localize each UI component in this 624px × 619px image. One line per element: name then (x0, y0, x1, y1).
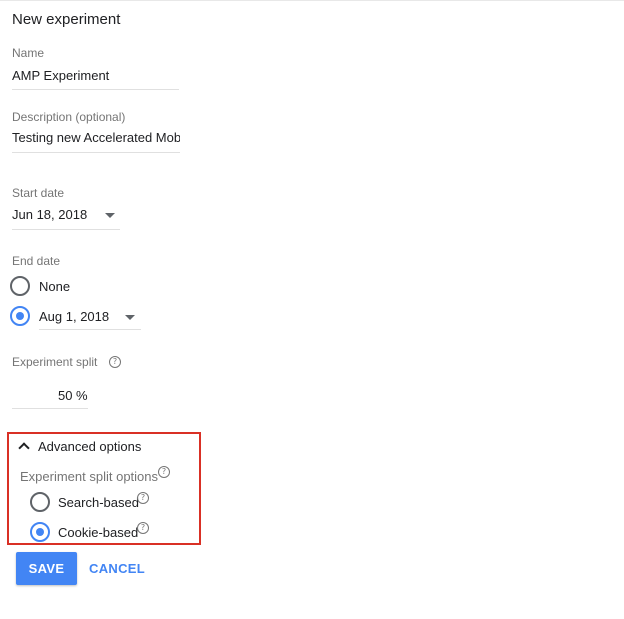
split-underline (12, 408, 88, 409)
start-date-label: Start date (12, 186, 65, 200)
end-date-dropdown[interactable]: Aug 1, 2018 (39, 304, 141, 328)
help-icon[interactable]: ? (158, 466, 170, 478)
chevron-down-icon (125, 315, 135, 320)
description-label: Description (optional) (12, 110, 126, 124)
end-date-none-label: None (39, 279, 71, 294)
split-options-label: Experiment split options (20, 469, 159, 484)
help-icon[interactable]: ? (137, 492, 149, 504)
description-field-underline (12, 152, 180, 153)
split-value: 50 (58, 388, 73, 403)
help-icon[interactable]: ? (109, 356, 121, 368)
start-date-value: Jun 18, 2018 (12, 207, 88, 222)
name-field-underline (12, 89, 179, 90)
name-field[interactable]: AMP Experiment (12, 68, 109, 83)
chevron-up-icon (18, 442, 30, 454)
search-based-label: Search-based (58, 495, 139, 510)
top-divider (0, 0, 624, 1)
start-date-underline (12, 229, 120, 230)
split-unit: % (76, 388, 88, 403)
end-date-underline (39, 329, 141, 330)
start-date-dropdown[interactable]: Jun 18, 2018 (12, 205, 120, 229)
experiment-split-label: Experiment split (12, 355, 98, 369)
experiment-split-input[interactable]: 50 % (12, 384, 88, 408)
advanced-options-toggle[interactable]: Advanced options (16, 438, 196, 456)
end-date-label: End date (12, 254, 61, 268)
end-date-value: Aug 1, 2018 (39, 309, 110, 324)
cookie-based-label: Cookie-based (58, 525, 139, 540)
save-button[interactable]: SAVE (16, 552, 77, 585)
description-field[interactable]: Testing new Accelerated Mobil (12, 130, 180, 145)
chevron-down-icon (105, 213, 115, 218)
advanced-options-label: Advanced options (38, 439, 142, 454)
end-date-date-radio[interactable] (10, 306, 30, 326)
cookie-based-radio[interactable] (30, 522, 50, 542)
cancel-button[interactable]: CANCEL (86, 552, 148, 585)
name-label: Name (12, 46, 45, 60)
search-based-radio[interactable] (30, 492, 50, 512)
page-title: New experiment (12, 11, 121, 28)
end-date-none-radio[interactable] (10, 276, 30, 296)
help-icon[interactable]: ? (137, 522, 149, 534)
